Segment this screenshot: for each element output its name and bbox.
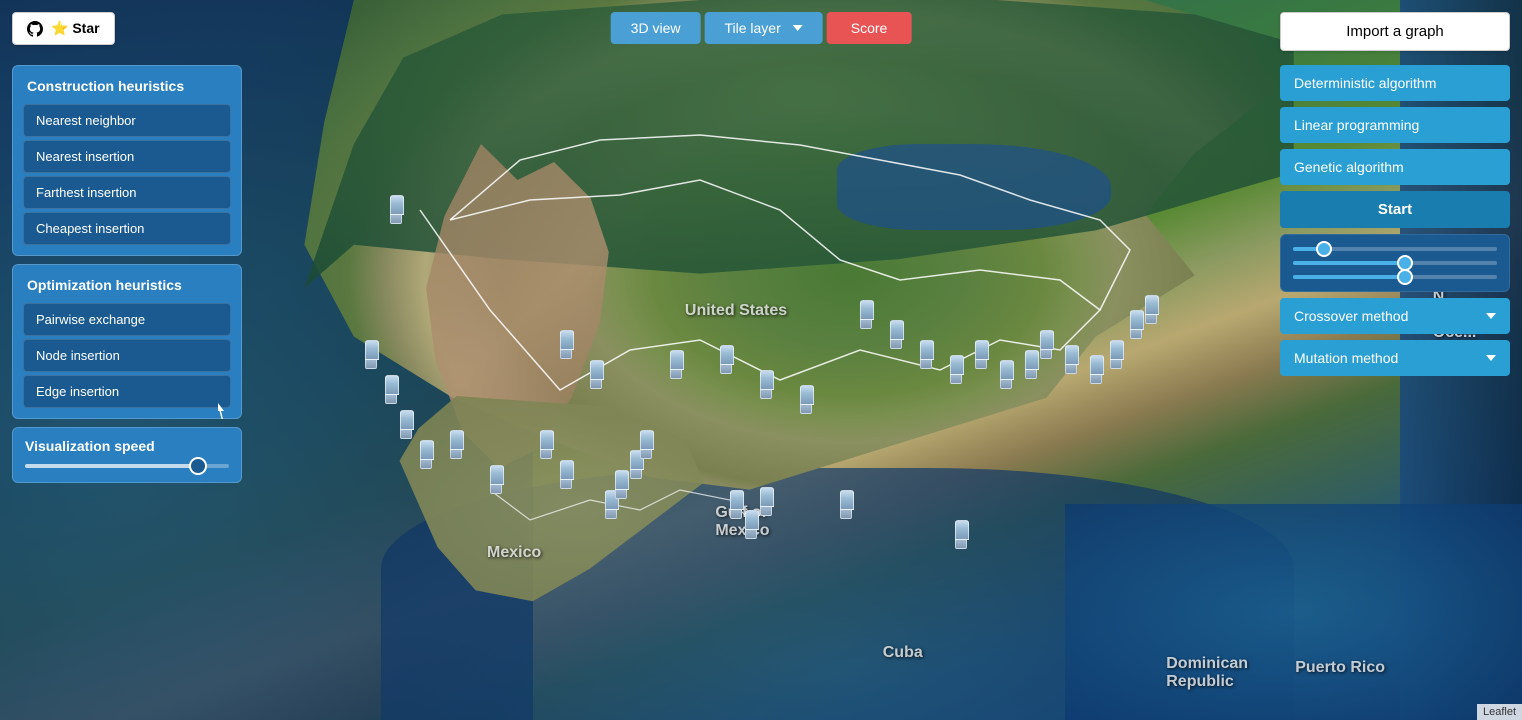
import-graph-button[interactable]: Import a graph — [1280, 12, 1510, 51]
btn-nearest-neighbor[interactable]: Nearest neighbor — [23, 104, 231, 137]
slider-track-2 — [1293, 261, 1497, 265]
tile-layer-chevron — [793, 25, 803, 31]
slider-track-3 — [1293, 275, 1497, 279]
btn-linear-programming[interactable]: Linear programming — [1280, 107, 1510, 143]
btn-3d-view[interactable]: 3D view — [611, 12, 701, 44]
btn-nearest-insertion[interactable]: Nearest insertion — [23, 140, 231, 173]
github-star-button[interactable]: ⭐ Star — [12, 12, 115, 45]
slider-row-1 — [1293, 247, 1497, 251]
crossover-chevron-icon — [1486, 313, 1496, 319]
github-star-label: ⭐ Star — [51, 20, 100, 37]
slider-fill-3 — [1293, 275, 1405, 279]
speed-slider-track — [25, 464, 229, 468]
slider-thumb-3[interactable] — [1397, 269, 1413, 285]
top-toolbar: 3D view Tile layer Score — [611, 12, 912, 44]
btn-farthest-insertion[interactable]: Farthest insertion — [23, 176, 231, 209]
btn-start[interactable]: Start — [1280, 191, 1510, 228]
slider-fill-2 — [1293, 261, 1405, 265]
optimization-title: Optimization heuristics — [23, 275, 231, 295]
btn-mutation-method[interactable]: Mutation method — [1280, 340, 1510, 376]
btn-genetic-algorithm[interactable]: Genetic algorithm — [1280, 149, 1510, 185]
slider-thumb-1[interactable] — [1316, 241, 1332, 257]
map-attribution: Leaflet — [1477, 704, 1522, 720]
sliders-panel — [1280, 234, 1510, 292]
speed-slider-fill — [25, 464, 198, 468]
mutation-chevron-icon — [1486, 355, 1496, 361]
right-panel: Deterministic algorithm Linear programmi… — [1280, 65, 1510, 376]
mutation-method-label: Mutation method — [1294, 350, 1398, 366]
visualization-speed-panel: Visualization speed — [12, 427, 242, 483]
optimization-heuristics-panel: Optimization heuristics Pairwise exchang… — [12, 264, 242, 419]
left-panel: Construction heuristics Nearest neighbor… — [12, 65, 242, 483]
ocean-caribbean — [1065, 504, 1522, 720]
slider-row-3 — [1293, 275, 1497, 279]
github-icon — [27, 21, 43, 37]
btn-deterministic-algorithm[interactable]: Deterministic algorithm — [1280, 65, 1510, 101]
construction-heuristics-panel: Construction heuristics Nearest neighbor… — [12, 65, 242, 256]
btn-tile-layer[interactable]: Tile layer — [704, 12, 822, 44]
btn-pairwise-exchange[interactable]: Pairwise exchange — [23, 303, 231, 336]
speed-slider-thumb[interactable] — [189, 457, 207, 475]
btn-crossover-method[interactable]: Crossover method — [1280, 298, 1510, 334]
btn-edge-insertion[interactable]: Edge insertion — [23, 375, 231, 408]
btn-node-insertion[interactable]: Node insertion — [23, 339, 231, 372]
btn-score[interactable]: Score — [827, 12, 912, 44]
speed-title: Visualization speed — [25, 438, 229, 454]
slider-track-1 — [1293, 247, 1497, 251]
great-lakes — [837, 144, 1111, 230]
construction-title: Construction heuristics — [23, 76, 231, 96]
slider-row-2 — [1293, 261, 1497, 265]
btn-cheapest-insertion[interactable]: Cheapest insertion — [23, 212, 231, 245]
crossover-method-label: Crossover method — [1294, 308, 1408, 324]
